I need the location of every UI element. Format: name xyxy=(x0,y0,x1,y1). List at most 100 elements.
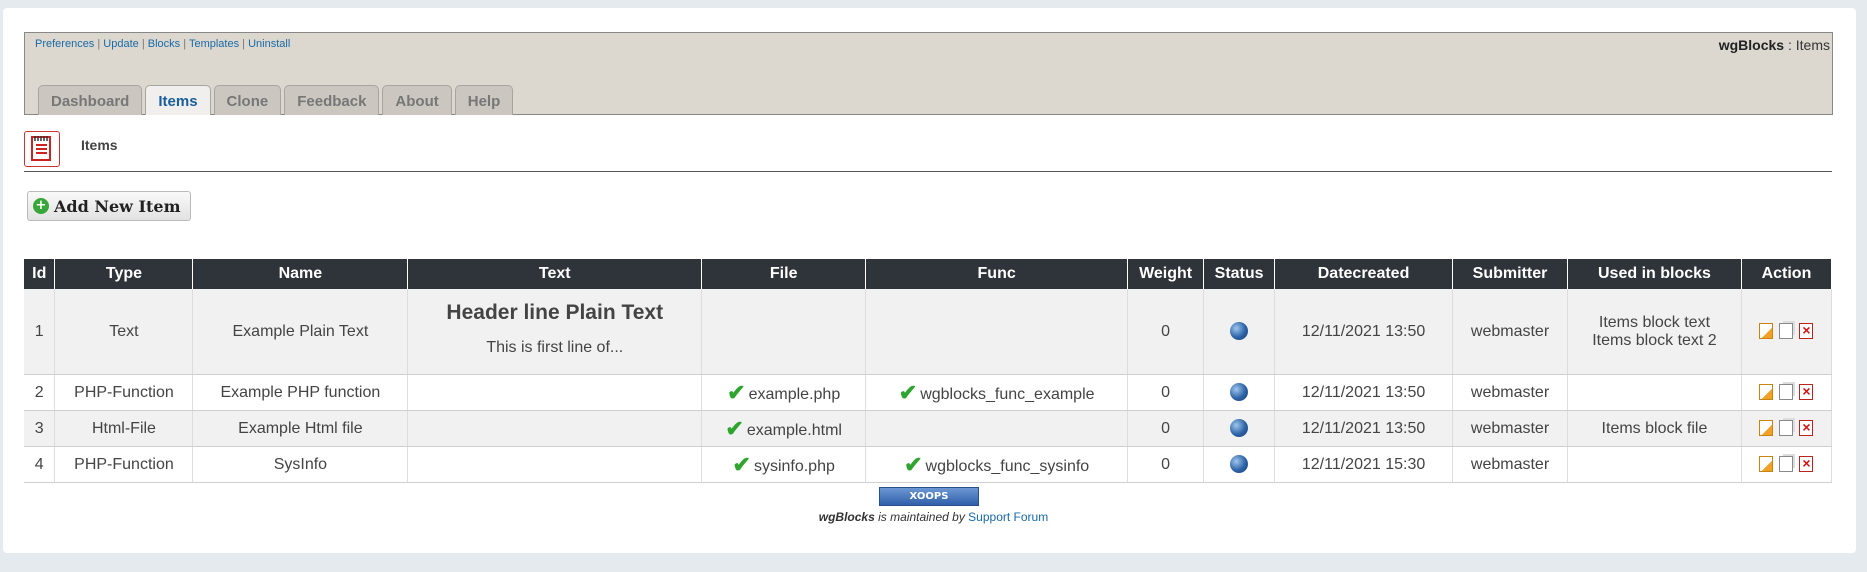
add-new-item-button[interactable]: + Add New Item xyxy=(27,191,191,221)
cell-status xyxy=(1203,374,1276,411)
cell-id: 3 xyxy=(24,410,56,447)
cell-action: × xyxy=(1741,374,1833,411)
col-action: Action xyxy=(1741,259,1833,289)
cell-action: × xyxy=(1741,446,1833,483)
tab-feedback[interactable]: Feedback xyxy=(284,85,380,115)
cell-text xyxy=(407,410,703,447)
templates-link[interactable]: Templates xyxy=(189,38,239,50)
footer-text: is maintained by xyxy=(874,510,969,524)
cell-used-in-blocks: Items block file xyxy=(1567,410,1742,447)
update-link[interactable]: Update xyxy=(103,38,138,50)
cell-status xyxy=(1203,289,1276,375)
col-datecreated: Datecreated xyxy=(1274,259,1454,289)
module-section: : Items xyxy=(1784,37,1830,53)
cell-name: SysInfo xyxy=(192,446,409,483)
cell-text xyxy=(407,446,703,483)
check-icon: ✔ xyxy=(727,379,746,405)
check-icon: ✔ xyxy=(732,451,751,477)
cell-submitter: webmaster xyxy=(1452,374,1568,411)
edit-icon[interactable] xyxy=(1759,420,1774,437)
cell-status xyxy=(1203,410,1276,447)
cell-submitter: webmaster xyxy=(1452,410,1568,447)
items-list-icon xyxy=(24,131,60,167)
func-name: wgblocks_func_sysinfo xyxy=(925,457,1090,475)
status-globe-icon[interactable] xyxy=(1230,419,1249,438)
col-id: Id xyxy=(24,259,56,289)
cell-date: 12/11/2021 13:50 xyxy=(1274,289,1454,375)
cell-submitter: webmaster xyxy=(1452,289,1568,375)
cell-weight: 0 xyxy=(1127,410,1205,447)
clone-icon[interactable] xyxy=(1779,420,1794,437)
table-row: 1 Text Example Plain Text Header line Pl… xyxy=(24,289,1833,375)
cell-id: 2 xyxy=(24,374,56,411)
col-status: Status xyxy=(1203,259,1276,289)
edit-icon[interactable] xyxy=(1759,456,1774,473)
used-block: Items block text xyxy=(1598,313,1711,331)
col-func: Func xyxy=(865,259,1129,289)
edit-icon[interactable] xyxy=(1759,384,1774,401)
edit-icon[interactable] xyxy=(1759,323,1774,340)
file-name: example.html xyxy=(746,421,842,439)
cell-type: Html-File xyxy=(54,410,194,447)
delete-icon[interactable]: × xyxy=(1799,420,1814,437)
cell-func xyxy=(865,410,1129,447)
support-forum-link[interactable]: Support Forum xyxy=(968,510,1048,524)
footer: wgBlocks is maintained by Support Forum xyxy=(0,510,1867,524)
cell-type: Text xyxy=(54,289,194,375)
items-table: Id Type Name Text File Func Weight Statu… xyxy=(24,259,1833,483)
cell-type: PHP-Function xyxy=(54,374,194,411)
uninstall-link[interactable]: Uninstall xyxy=(248,38,290,50)
col-submitter: Submitter xyxy=(1452,259,1568,289)
add-new-item-label: Add New Item xyxy=(54,196,181,216)
preferences-link[interactable]: Preferences xyxy=(35,38,94,50)
file-name: sysinfo.php xyxy=(753,457,835,475)
cell-file: ✔ sysinfo.php xyxy=(701,446,867,483)
cell-weight: 0 xyxy=(1127,289,1205,375)
check-icon: ✔ xyxy=(904,451,923,477)
table-row: 3 Html-File Example Html file ✔ example.h… xyxy=(24,410,1833,447)
cell-used-in-blocks xyxy=(1567,446,1742,483)
cell-id: 1 xyxy=(24,289,56,375)
module-title: wgBlocks : Items xyxy=(1719,37,1830,53)
delete-icon[interactable]: × xyxy=(1799,323,1814,340)
delete-icon[interactable]: × xyxy=(1799,384,1814,401)
cell-text xyxy=(407,374,703,411)
status-globe-icon[interactable] xyxy=(1230,322,1249,341)
file-name: example.php xyxy=(748,385,841,403)
cell-date: 12/11/2021 13:50 xyxy=(1274,410,1454,447)
tab-help[interactable]: Help xyxy=(454,85,514,115)
cell-name: Example Plain Text xyxy=(192,289,409,375)
cell-func: ✔ wgblocks_func_example xyxy=(865,374,1129,411)
cell-action: × xyxy=(1741,410,1833,447)
cell-type: PHP-Function xyxy=(54,446,194,483)
tab-items[interactable]: Items xyxy=(145,85,211,115)
tab-about[interactable]: About xyxy=(382,85,452,115)
xoops-badge[interactable]: XOOPS xyxy=(879,487,979,506)
add-icon: + xyxy=(33,198,49,214)
breadcrumb-label: Items xyxy=(81,137,118,153)
cell-status xyxy=(1203,446,1276,483)
col-type: Type xyxy=(54,259,194,289)
cell-file: ✔ example.html xyxy=(701,410,867,447)
text-header-line: Header line Plain Text xyxy=(446,300,664,324)
cell-used-in-blocks: Items block text Items block text 2 xyxy=(1567,289,1742,375)
blocks-link[interactable]: Blocks xyxy=(148,38,180,50)
used-block: Items block file xyxy=(1601,419,1708,437)
footer-module-name: wgBlocks xyxy=(818,510,875,524)
module-name: wgBlocks xyxy=(1718,37,1785,53)
status-globe-icon[interactable] xyxy=(1230,383,1249,402)
cell-func: ✔ wgblocks_func_sysinfo xyxy=(865,446,1129,483)
delete-icon[interactable]: × xyxy=(1799,456,1814,473)
tab-clone[interactable]: Clone xyxy=(213,85,282,115)
clone-icon[interactable] xyxy=(1779,384,1794,401)
tab-dashboard[interactable]: Dashboard xyxy=(38,85,143,115)
clone-icon[interactable] xyxy=(1779,456,1794,473)
cell-file xyxy=(701,289,867,375)
col-used-in-blocks: Used in blocks xyxy=(1567,259,1742,289)
table-header-row: Id Type Name Text File Func Weight Statu… xyxy=(24,259,1833,289)
cell-func xyxy=(865,289,1129,375)
status-globe-icon[interactable] xyxy=(1230,455,1249,474)
clone-icon[interactable] xyxy=(1779,323,1794,340)
table-row: 4 PHP-Function SysInfo ✔ sysinfo.php ✔ wgb… xyxy=(24,446,1833,483)
cell-weight: 0 xyxy=(1127,446,1205,483)
